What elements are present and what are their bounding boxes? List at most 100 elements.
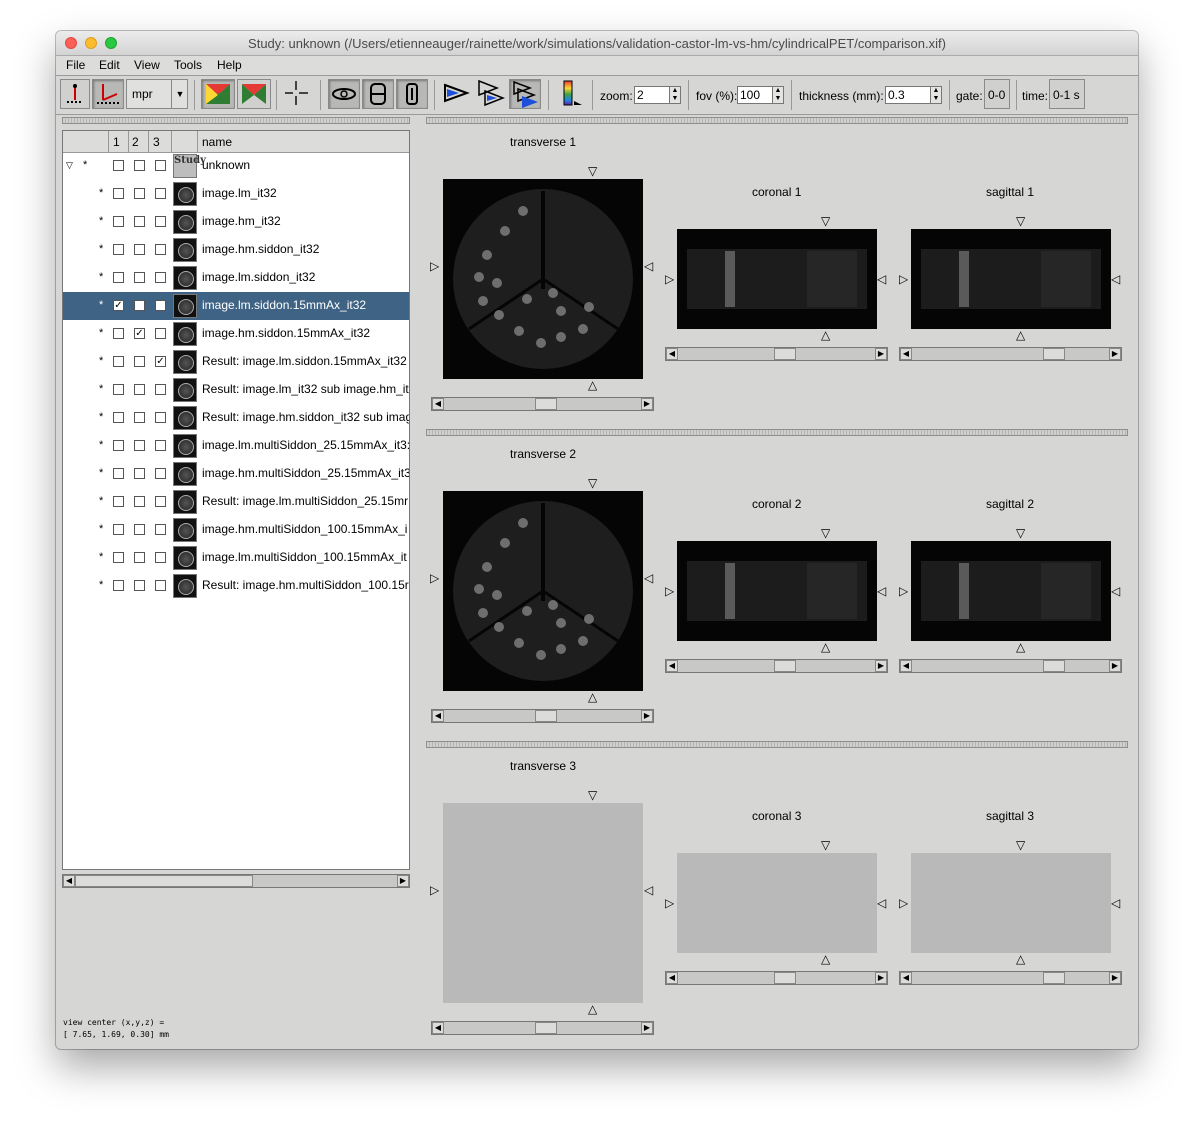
tree-row[interactable]: * image.lm_it32 (63, 180, 409, 208)
view-3-checkbox[interactable] (155, 524, 166, 535)
bottom-slice-marker-icon[interactable]: △ (1016, 641, 1025, 653)
bottom-slice-marker-icon[interactable]: △ (588, 379, 597, 391)
slider-thumb[interactable] (1043, 660, 1065, 672)
transverse-view-canvas[interactable] (443, 179, 643, 379)
tree-row[interactable]: ▽ * Study unknown (63, 152, 409, 180)
view-1-checkbox[interactable] (113, 440, 124, 451)
top-slice-marker-icon[interactable]: ▽ (588, 789, 597, 801)
slider-thumb[interactable] (535, 398, 557, 410)
view-3-checkbox[interactable] (155, 412, 166, 423)
bottom-slice-marker-icon[interactable]: △ (588, 691, 597, 703)
fov-input[interactable]: 100 (737, 86, 777, 104)
sagittal-slice-slider[interactable]: ◀ ▶ (899, 659, 1122, 673)
bottom-slice-marker-icon[interactable]: △ (821, 329, 830, 341)
view-1-checkbox[interactable]: ✓ (113, 300, 124, 311)
slider-left-arrow[interactable]: ◀ (666, 348, 678, 360)
sagittal-slice-slider[interactable]: ◀ ▶ (899, 347, 1122, 361)
top-slice-marker-icon[interactable]: ▽ (588, 477, 597, 489)
view-row-handle[interactable] (426, 429, 1128, 436)
view-1-checkbox[interactable] (113, 412, 124, 423)
sagittal-view-canvas[interactable] (911, 229, 1111, 329)
right-slice-marker-icon[interactable]: ◁ (644, 572, 653, 584)
view-3-checkbox[interactable] (155, 440, 166, 451)
left-slice-marker-icon[interactable]: ▷ (430, 572, 439, 584)
coronal-view-canvas[interactable] (677, 541, 877, 641)
view-2-checkbox[interactable] (134, 552, 145, 563)
view-2-checkbox[interactable] (134, 496, 145, 507)
view-2-checkbox[interactable] (134, 412, 145, 423)
view-2-checkbox[interactable] (134, 440, 145, 451)
tree-row[interactable]: * ✓ image.hm.siddon.15mmAx_it32 (63, 320, 409, 348)
tree-row[interactable]: * Result: image.lm_it32 sub image.hm_it (63, 376, 409, 404)
tree-row[interactable]: * image.hm.siddon_it32 (63, 236, 409, 264)
view-2-checkbox[interactable] (134, 244, 145, 255)
gate-button[interactable]: 0-0 (984, 79, 1010, 109)
time-button[interactable]: 0-1 s (1049, 79, 1085, 109)
view-1-checkbox[interactable] (113, 356, 124, 367)
view-3-checkbox[interactable] (155, 580, 166, 591)
sagittal-view-canvas[interactable] (911, 853, 1111, 953)
slider-left-arrow[interactable]: ◀ (900, 972, 912, 984)
view-1-checkbox[interactable] (113, 160, 124, 171)
column-header-3[interactable]: 3 (153, 135, 160, 149)
view-2-checkbox[interactable] (134, 524, 145, 535)
top-slice-marker-icon[interactable]: ▽ (1016, 215, 1025, 227)
tree-row[interactable]: * Result: image.hm.multiSiddon_100.15r (63, 572, 409, 600)
transverse-view-canvas[interactable] (443, 803, 643, 1003)
scroll-left-arrow[interactable]: ◀ (63, 875, 75, 887)
study-tree[interactable]: 1 2 3 name ▽ * Study unknown * image.lm_it32 *… (62, 130, 410, 870)
view-3-checkbox[interactable] (155, 188, 166, 199)
roi-profile-tool-button[interactable] (92, 79, 124, 109)
view-3-checkbox[interactable] (155, 160, 166, 171)
tree-row[interactable]: * ✓ image.lm.siddon.15mmAx_it32 (63, 292, 409, 320)
coronal-view-canvas[interactable] (677, 229, 877, 329)
slider-thumb[interactable] (1043, 972, 1065, 984)
right-slice-marker-icon[interactable]: ◁ (877, 585, 886, 597)
slider-right-arrow[interactable]: ▶ (1109, 348, 1121, 360)
slider-right-arrow[interactable]: ▶ (875, 972, 887, 984)
zoom-stepper[interactable]: ▲ ▼ (669, 86, 681, 104)
view-1-checkbox[interactable] (113, 468, 124, 479)
view-1-checkbox[interactable] (113, 272, 124, 283)
top-slice-marker-icon[interactable]: ▽ (821, 839, 830, 851)
column-header-1[interactable]: 1 (113, 135, 120, 149)
tree-row[interactable]: * ✓ Result: image.lm.siddon.15mmAx_it32 (63, 348, 409, 376)
slider-left-arrow[interactable]: ◀ (432, 1022, 444, 1034)
coronal-slice-slider[interactable]: ◀ ▶ (665, 347, 888, 361)
view-2-checkbox[interactable] (134, 468, 145, 479)
slider-right-arrow[interactable]: ▶ (875, 660, 887, 672)
tree-row[interactable]: * image.lm.siddon_it32 (63, 264, 409, 292)
left-slice-marker-icon[interactable]: ▷ (899, 585, 908, 597)
view-2-checkbox[interactable]: ✓ (134, 328, 145, 339)
menu-file[interactable]: File (66, 58, 85, 72)
view-1-checkbox[interactable] (113, 580, 124, 591)
slider-left-arrow[interactable]: ◀ (432, 710, 444, 722)
bottom-slice-marker-icon[interactable]: △ (588, 1003, 597, 1015)
transverse-view-canvas[interactable] (443, 491, 643, 691)
layout-select[interactable]: mpr ▼ (126, 79, 188, 109)
top-slice-marker-icon[interactable]: ▽ (821, 215, 830, 227)
top-slice-marker-icon[interactable]: ▽ (1016, 839, 1025, 851)
view-1-checkbox[interactable] (113, 216, 124, 227)
view-3-checkbox[interactable] (155, 384, 166, 395)
left-slice-marker-icon[interactable]: ▷ (665, 585, 674, 597)
slider-left-arrow[interactable]: ◀ (900, 660, 912, 672)
right-slice-marker-icon[interactable]: ◁ (644, 260, 653, 272)
coronal-slice-slider[interactable]: ◀ ▶ (665, 659, 888, 673)
fov-stepper[interactable]: ▲ ▼ (772, 86, 784, 104)
tree-row[interactable]: * image.lm.multiSiddon_100.15mmAx_it (63, 544, 409, 572)
slider-right-arrow[interactable]: ▶ (1109, 660, 1121, 672)
roi-line-tool-button[interactable] (60, 79, 90, 109)
tree-row[interactable]: * image.hm.multiSiddon_100.15mmAx_i (63, 516, 409, 544)
scroll-thumb[interactable] (75, 875, 253, 887)
fusion-overlay-button[interactable] (237, 79, 271, 109)
thickness-stepper[interactable]: ▲ ▼ (930, 86, 942, 104)
slider-thumb[interactable] (535, 1022, 557, 1034)
bottom-slice-marker-icon[interactable]: △ (1016, 953, 1025, 965)
view-2-checkbox[interactable] (134, 384, 145, 395)
view-2-checkbox[interactable] (134, 188, 145, 199)
slider-thumb[interactable] (774, 660, 796, 672)
tree-row[interactable]: * image.lm.multiSiddon_25.15mmAx_it3: (63, 432, 409, 460)
menu-edit[interactable]: Edit (99, 58, 120, 72)
view-transverse-button[interactable] (328, 79, 360, 109)
